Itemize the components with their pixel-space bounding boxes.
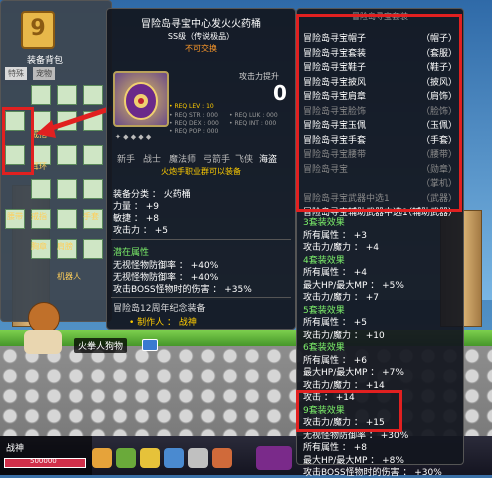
item-tooltip: 冒险岛寻宝中心发火火药桶 SS级（传说极品） 不可交换 攻击力提升 0 • RE… [106,8,296,330]
req-str: • REQ STR : 000 [169,112,218,119]
misc-icons-row: ✦ ◆ ◆ ◆ ◆ [115,133,152,141]
set-effect-title: 6套装效果 [303,343,345,353]
set-effect-line: 所有属性 ： +8 [303,443,367,453]
skill-bar [92,446,294,470]
set-effect-line: 攻击力/魔力 ： +4 [303,243,380,253]
highlight-box-set-list [296,14,462,212]
set-effect-line: 攻击力/魔力 ： +14 [303,380,385,391]
chat-window: 战神 500000 [0,436,92,475]
slot-label-badge: 胸章 [31,242,47,251]
job-mage: 魔法师 [169,155,197,165]
slot-label-glove: 手套 [83,212,99,221]
job-beginner: 新手 [117,155,136,165]
item-trade-status: 不可交换 [185,44,217,53]
set-effect-line: 所有属性 ： +3 [303,230,367,241]
slot-10[interactable] [57,145,77,165]
set-effect-title: 3套装效果 [303,218,345,228]
player-character [10,300,70,355]
slot-17[interactable] [57,209,77,229]
slot-label-robot: 机器人 [57,272,81,281]
creator-line: • 制作人 ： 战神 [129,318,197,328]
item-grade: SS级（传说极品） [167,32,235,41]
highlight-box-9set [296,390,402,432]
req-int: • REQ INT : 000 [229,120,277,127]
slot-13[interactable] [57,179,77,199]
item-name: 冒险岛寻宝中心发火火药桶 [141,19,261,30]
slot-label-shoulder: 肩膀 [57,242,73,251]
slot-label-belt: 腰带 [7,212,23,221]
job-notice: 火炮手职业群可以装备 [161,167,241,176]
slot-11[interactable] [83,145,103,165]
set-effect-line: 攻击力/魔力 ： +10 [303,330,385,341]
anniversary-note: 冒险岛12周年纪念装备 [113,304,206,314]
tab-special[interactable]: 特殊 [5,67,27,80]
potential-line-3: 攻击BOSS怪物时的伤害 ： +35% [113,285,252,295]
level-badge: 9 [21,11,55,49]
set-effect-line: 最大HP/最大MP ： +7% [303,368,404,378]
job-warrior: 战士 [143,155,162,165]
blue-orb [142,339,158,351]
req-level: • REQ LEV : 10 [169,103,214,110]
job-archer: 弓箭手 [203,155,231,165]
slot-21[interactable] [83,239,103,259]
tab-pet[interactable]: 宠物 [33,67,55,80]
npc-nametag[interactable]: 火拳人狗物 [74,338,128,353]
item-icon-frame [113,71,169,127]
hp-text: 500000 [30,457,57,465]
attack-increase-value: 0 [273,81,287,105]
slot-12[interactable] [31,179,51,199]
req-luk: • REQ LUK : 000 [229,112,278,119]
red-arrow-icon [36,105,113,138]
set-effect-line: 攻击力/魔力 ： +7 [303,293,380,303]
stat-attack: 攻击力 ： +5 [113,226,168,236]
set-effect-line: 所有属性 ： +5 [303,318,367,328]
set-effect-line: 最大HP/最大MP ： +5% [303,280,404,291]
set-effect-line: 所有属性 ： +4 [303,268,367,278]
job-pirate: 海盗 [259,155,278,165]
set-effect-title: 4套装效果 [303,255,345,266]
req-dex: • REQ DEX : 000 [169,120,219,127]
set-effect-line: 所有属性 ： +6 [303,355,367,366]
inventory-title: 装备背包 [27,56,64,66]
potential-title: 潜在属性 [113,248,150,258]
job-thief: 飞侠 [235,155,254,165]
highlight-box-inventory [2,107,34,175]
set-effect-line: 攻击BOSS怪物时的伤害 ： +30% [303,468,442,478]
set-effect-title: 5套装效果 [303,305,345,316]
set-effect-line: 最大HP/最大MP ： +8% [303,455,404,466]
anniversary-divider [111,297,291,298]
powder-keg-icon [124,82,158,120]
slot-14[interactable] [83,179,103,199]
potential-divider [111,239,291,240]
slot-label-ring-2: 戒指 [31,212,47,221]
hud-player-name: 战神 [6,444,25,454]
